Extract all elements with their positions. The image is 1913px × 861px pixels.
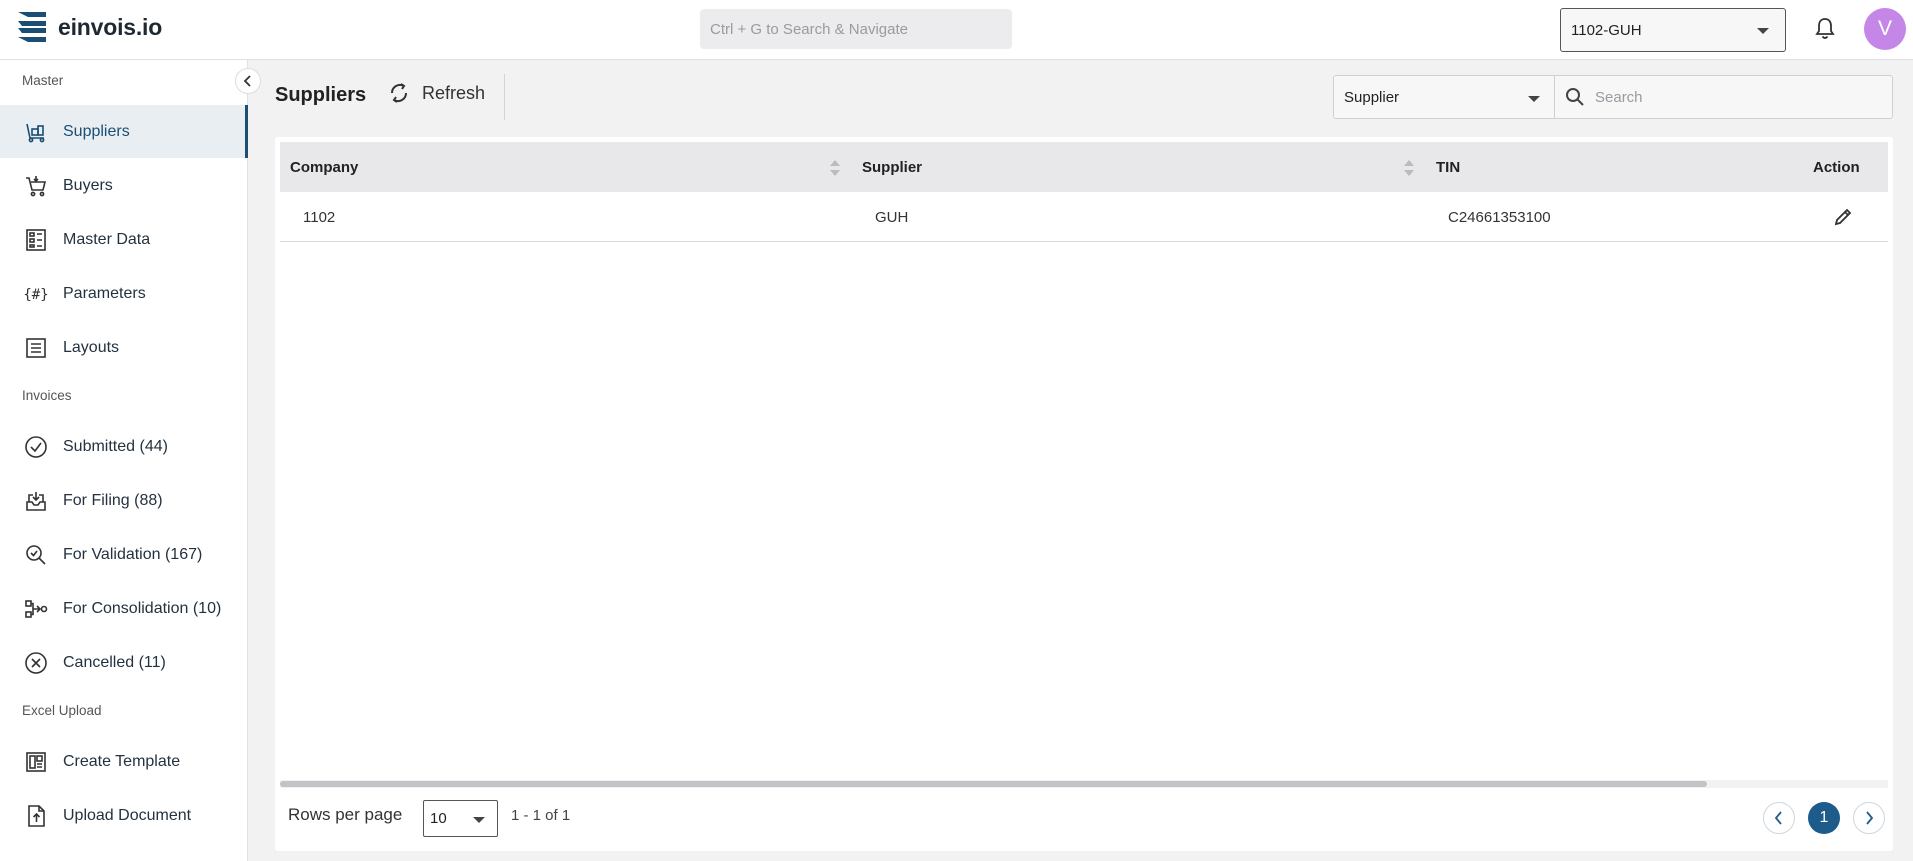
logo-icon <box>18 12 46 42</box>
sidebar-item-label: For Consolidation (10) <box>63 599 222 617</box>
parameters-icon: {#} <box>24 282 48 306</box>
avatar[interactable]: V <box>1864 8 1906 50</box>
sidebar-item-for-validation[interactable]: For Validation (167) <box>0 528 248 581</box>
search-icon <box>1565 87 1585 107</box>
column-header-label: Company <box>290 158 359 176</box>
column-header-tin: TIN <box>1436 142 1460 192</box>
scrollbar-thumb[interactable] <box>280 781 1707 787</box>
cell-tin: C24661353100 <box>1448 208 1551 226</box>
sidebar-collapse-button[interactable] <box>235 68 261 94</box>
sidebar-item-upload-document[interactable]: Upload Document <box>0 789 248 842</box>
sidebar-item-label: Master Data <box>63 230 151 248</box>
sidebar-item-for-filing[interactable]: For Filing (88) <box>0 474 248 527</box>
search-input[interactable] <box>1595 88 1875 106</box>
sidebar-item-label: Cancelled (11) <box>63 653 166 671</box>
chevron-left-icon <box>1774 811 1784 825</box>
sidebar-item-parameters[interactable]: {#} Parameters <box>0 267 248 320</box>
sidebar: Master Suppliers Buyers Master Data {#} <box>0 60 248 861</box>
sidebar-item-submitted[interactable]: Submitted (44) <box>0 420 248 473</box>
sidebar-item-label: Submitted (44) <box>63 437 168 455</box>
pagination-range: 1 - 1 of 1 <box>511 807 571 824</box>
refresh-button[interactable]: Refresh <box>388 82 485 104</box>
sidebar-item-suppliers[interactable]: Suppliers <box>0 105 248 158</box>
column-header-supplier[interactable]: Supplier <box>862 142 922 192</box>
global-search-input[interactable] <box>700 9 1012 49</box>
sort-icon[interactable] <box>1403 159 1415 177</box>
company-select-value: 1102-GUH <box>1571 21 1642 39</box>
column-header-action: Action <box>1813 142 1860 192</box>
layouts-icon <box>24 336 48 360</box>
refresh-icon <box>388 82 422 104</box>
cell-company: 1102 <box>303 208 336 226</box>
sidebar-item-buyers[interactable]: Buyers <box>0 159 248 212</box>
refresh-label: Refresh <box>422 82 486 103</box>
sort-icon[interactable] <box>829 159 841 177</box>
suppliers-table-card: Company Supplier TIN Action 1102 GUH C24… <box>275 137 1893 851</box>
search-check-icon <box>24 543 48 567</box>
sidebar-item-label: Buyers <box>63 176 113 194</box>
brand-name: einvois.io <box>58 13 163 40</box>
check-circle-icon <box>24 435 48 459</box>
search-field-select[interactable]: Supplier <box>1333 75 1555 119</box>
chevron-left-icon <box>243 75 253 87</box>
chevron-right-icon <box>1864 811 1874 825</box>
table-header: Company Supplier TIN Action <box>280 142 1888 192</box>
cell-supplier: GUH <box>875 208 909 226</box>
template-icon <box>24 750 48 774</box>
top-bar: einvois.io 1102-GUH V <box>0 0 1913 60</box>
x-circle-icon <box>24 651 48 675</box>
previous-page-button[interactable] <box>1763 802 1795 834</box>
horizontal-scrollbar[interactable] <box>280 780 1888 788</box>
sidebar-item-label: Layouts <box>63 338 120 356</box>
chevron-down-icon <box>1757 28 1769 34</box>
upload-icon <box>24 804 48 828</box>
page-title: Suppliers <box>275 84 367 106</box>
section-label-excel-upload: Excel Upload <box>22 703 102 718</box>
search-field-value: Supplier <box>1344 88 1400 106</box>
column-header-label: Action <box>1813 158 1860 176</box>
chevron-down-icon <box>473 817 485 823</box>
inbox-icon <box>24 489 48 513</box>
rows-per-page-label: Rows per page <box>288 805 403 824</box>
chevron-down-icon <box>1528 96 1540 102</box>
divider <box>504 74 505 120</box>
rows-per-page-select[interactable]: 10 <box>423 800 498 837</box>
svg-text:{#}: {#} <box>24 287 48 303</box>
cart-icon <box>24 174 48 198</box>
sidebar-item-label: Suppliers <box>63 122 130 140</box>
sidebar-item-create-template[interactable]: Create Template <box>0 735 248 788</box>
company-select[interactable]: 1102-GUH <box>1560 8 1786 52</box>
list-search-box <box>1554 75 1893 119</box>
master-data-icon <box>24 228 48 252</box>
notification-bell-icon[interactable] <box>1814 16 1836 40</box>
sidebar-item-label: For Filing (88) <box>63 491 163 509</box>
suppliers-icon <box>24 120 48 144</box>
sidebar-item-label: Parameters <box>63 284 146 302</box>
sidebar-item-cancelled[interactable]: Cancelled (11) <box>0 636 248 689</box>
section-label-master: Master <box>22 73 64 88</box>
sidebar-item-layouts[interactable]: Layouts <box>0 321 248 374</box>
sidebar-item-label: For Validation (167) <box>63 545 203 563</box>
section-label-invoices: Invoices <box>22 388 72 403</box>
column-header-company[interactable]: Company <box>290 142 358 192</box>
column-header-label: TIN <box>1436 158 1461 176</box>
edit-icon[interactable] <box>1832 206 1854 228</box>
consolidation-icon <box>24 597 48 621</box>
next-page-button[interactable] <box>1853 802 1885 834</box>
sidebar-item-for-consolidation[interactable]: For Consolidation (10) <box>0 582 248 635</box>
sidebar-item-label: Create Template <box>63 752 181 770</box>
rows-per-page-value: 10 <box>430 810 447 827</box>
logo[interactable]: einvois.io <box>18 12 162 42</box>
sidebar-item-label: Upload Document <box>63 806 192 824</box>
table-row[interactable]: 1102 GUH C24661353100 <box>280 192 1888 242</box>
page-number-current[interactable]: 1 <box>1808 802 1840 834</box>
sidebar-item-master-data[interactable]: Master Data <box>0 213 248 266</box>
column-header-label: Supplier <box>862 158 923 176</box>
